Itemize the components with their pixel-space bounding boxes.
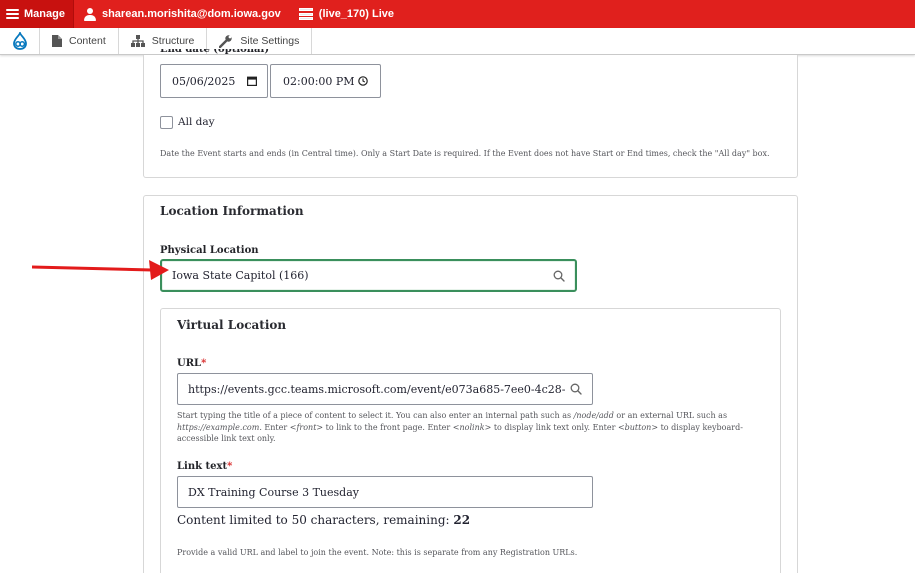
tray-item-label: Content [69, 35, 106, 47]
link-text-value: DX Training Course 3 Tuesday [188, 485, 359, 499]
all-day-label[interactable]: All day [178, 116, 215, 128]
url-help-text: Start typing the title of a piece of con… [177, 411, 743, 443]
drupal-home-link[interactable] [0, 28, 40, 54]
annotation-arrow-icon [32, 260, 169, 280]
user-label: sharean.morishita@dom.iowa.gov [101, 8, 281, 20]
required-marker: * [227, 461, 233, 472]
url-input[interactable]: https://events.gcc.teams.microsoft.com/e… [177, 373, 593, 405]
physical-location-input[interactable]: Iowa State Capitol (166) [160, 259, 577, 292]
link-text-label: Link text* [177, 461, 233, 472]
end-time-input[interactable]: 02:00:00 PM [270, 64, 381, 98]
clock-icon[interactable] [358, 76, 368, 86]
manage-button[interactable]: Manage [0, 0, 74, 28]
location-section-title: Location Information [160, 204, 304, 218]
toolbar-tray: Content Structure Site Settings [0, 28, 915, 55]
physical-location-label: Physical Location [160, 245, 259, 256]
required-marker: * [201, 358, 207, 369]
remaining-count: 22 [453, 513, 471, 527]
search-icon [553, 270, 565, 282]
end-date-value: 05/06/2025 [172, 74, 236, 88]
physical-location-value: Iowa State Capitol (166) [172, 269, 309, 282]
file-icon [52, 35, 62, 47]
hamburger-icon [6, 9, 19, 19]
date-help-text: Date the Event starts and ends (in Centr… [160, 149, 770, 158]
virtual-footer-help: Provide a valid URL and label to join th… [177, 548, 578, 557]
end-date-label: End date (optional) [160, 49, 270, 55]
wrench-icon [219, 34, 233, 48]
character-limit-counter: Content limited to 50 characters, remain… [177, 513, 471, 527]
environment-label: (live_170) Live [318, 8, 395, 20]
server-icon [298, 8, 313, 20]
manage-label: Manage [24, 8, 65, 20]
calendar-icon[interactable] [247, 76, 257, 86]
end-date-input[interactable]: 05/06/2025 [160, 64, 268, 98]
search-icon [570, 383, 582, 395]
url-label: URL* [177, 358, 207, 369]
url-value: https://events.gcc.teams.microsoft.com/e… [188, 382, 566, 396]
link-text-input[interactable]: DX Training Course 3 Tuesday [177, 476, 593, 508]
end-time-value: 02:00:00 PM [283, 74, 355, 88]
tray-item-label: Structure [151, 35, 195, 47]
tray-item-label: Site Settings [240, 35, 300, 47]
user-menu-button[interactable]: sharean.morishita@dom.iowa.gov [74, 0, 293, 28]
drupal-drop-icon [12, 32, 27, 50]
tray-item-content[interactable]: Content [40, 28, 119, 54]
user-icon [83, 7, 96, 21]
virtual-location-title: Virtual Location [177, 318, 287, 332]
all-day-checkbox[interactable] [160, 116, 173, 129]
admin-toolbar: Manage sharean.morishita@dom.iowa.gov (l… [0, 0, 915, 28]
hierarchy-icon [130, 35, 145, 47]
environment-indicator[interactable]: (live_170) Live [293, 0, 404, 28]
